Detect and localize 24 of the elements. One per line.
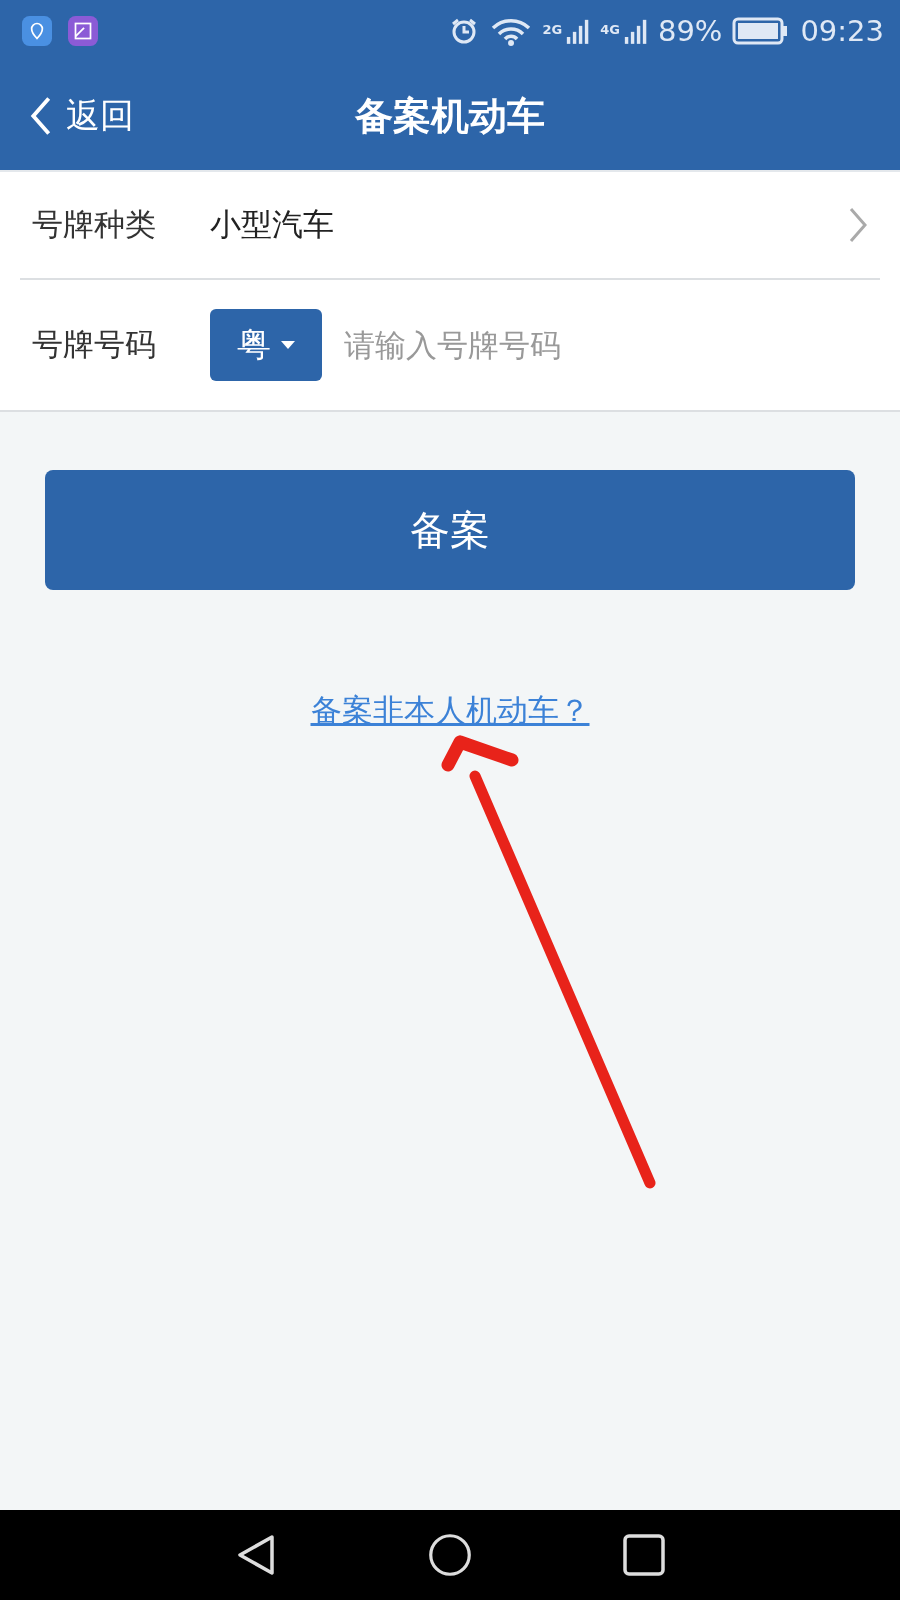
signal-icon bbox=[566, 17, 591, 45]
submit-button[interactable]: 备案 bbox=[45, 470, 855, 590]
page-title: 备案机动车 bbox=[355, 92, 545, 140]
register-other-vehicle-link[interactable]: 备案非本人机动车？ bbox=[310, 690, 590, 732]
battery-icon bbox=[732, 17, 789, 45]
field-label: 号牌种类 bbox=[32, 205, 157, 244]
back-button[interactable]: 返回 bbox=[0, 93, 134, 139]
battery-percent: 89% bbox=[657, 14, 723, 48]
signal-icon bbox=[623, 17, 648, 45]
network-label: 2G bbox=[542, 22, 563, 37]
province-dropdown[interactable]: 粤 bbox=[210, 309, 322, 381]
field-value: 小型汽车 bbox=[210, 205, 335, 244]
clock: 09:23 bbox=[800, 14, 884, 48]
recent-apps-icon[interactable] bbox=[622, 1533, 666, 1577]
home-icon[interactable] bbox=[428, 1533, 472, 1577]
chevron-right-icon bbox=[848, 207, 868, 243]
caret-icon bbox=[281, 341, 295, 349]
network-label: 4G bbox=[600, 22, 620, 37]
image-icon bbox=[68, 16, 98, 46]
plate-number-input[interactable]: 请输入号牌号码 bbox=[342, 326, 868, 364]
field-label: 号牌号码 bbox=[32, 325, 157, 364]
chevron-left-icon bbox=[30, 96, 52, 136]
plate-type-select[interactable]: 号牌种类 小型汽车 bbox=[20, 172, 880, 280]
location-icon bbox=[22, 16, 52, 46]
